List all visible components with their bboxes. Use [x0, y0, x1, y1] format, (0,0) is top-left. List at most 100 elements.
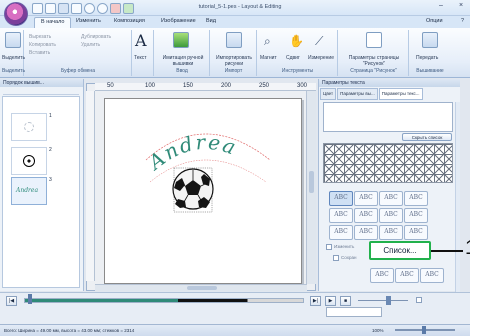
change-checkbox[interactable]	[326, 244, 332, 250]
scroll-thumb[interactable]	[309, 171, 314, 193]
window-title: tutorial_5-1.pes - Layout & Editing	[198, 4, 282, 10]
character-map-grid[interactable]	[323, 143, 453, 183]
text-style-option[interactable]: ABC	[404, 208, 428, 223]
minimize-button[interactable]: –	[436, 2, 446, 12]
delete-button[interactable]: Удалить	[81, 42, 100, 48]
duplicate-button[interactable]: Дублировать	[81, 34, 111, 40]
group-label-input: Ввод	[176, 68, 188, 74]
text-style-option[interactable]: ABC	[354, 225, 378, 240]
pan-button[interactable]: Сдвиг	[286, 55, 300, 61]
redo-icon[interactable]	[97, 3, 108, 14]
sewing-order-list[interactable]: 1 2 Andrea 3	[2, 96, 80, 288]
speed-slider[interactable]	[358, 300, 408, 301]
ruler-mark: 150	[183, 83, 194, 89]
tab-view[interactable]: Вид	[200, 17, 222, 28]
magnet-button[interactable]: Магнит	[260, 55, 277, 61]
paste-button[interactable]: Вставить	[29, 50, 50, 56]
text-style-option[interactable]: ABC	[354, 191, 378, 206]
stitch-slider-thumb[interactable]	[28, 294, 32, 304]
design-svg[interactable]: Andrea	[104, 98, 302, 284]
stitch-slider-track[interactable]	[24, 298, 304, 303]
tab-home[interactable]: В начало	[34, 17, 72, 28]
text-style-option[interactable]: ABC	[329, 208, 353, 223]
realtime-checkbox[interactable]	[416, 297, 422, 303]
scroll-thumb[interactable]	[187, 286, 217, 290]
soccer-ball[interactable]	[172, 168, 214, 210]
transfer-button[interactable]: Передать	[416, 55, 438, 61]
import-designs-button[interactable]: Импортировать рисунки	[212, 55, 256, 67]
horizontal-scrollbar[interactable]	[95, 284, 307, 291]
right-panel-tabs: Цвет Параметры вы... Параметры текс...	[320, 88, 458, 100]
speed-slider-thumb[interactable]	[386, 296, 391, 305]
design-page-settings-button[interactable]: Параметры страницы "Рисунок"	[341, 55, 407, 67]
text-button[interactable]: Текст	[134, 55, 147, 61]
tab-color[interactable]: Цвет	[320, 88, 337, 100]
ruler-mark: 300	[297, 83, 308, 89]
ribbon-group-tools: ⌕ ✋ ⟋ Магнит Сдвиг Измерение Инструменты	[258, 30, 338, 76]
tab-sew-settings[interactable]: Параметры вы...	[337, 88, 378, 100]
application-menu-button[interactable]	[4, 2, 28, 26]
pan-hand-icon[interactable]: ✋	[289, 34, 304, 48]
text-style-option[interactable]: ABC	[354, 208, 378, 223]
vertical-scrollbar[interactable]	[306, 91, 316, 284]
select-button[interactable]: Выделить	[2, 55, 25, 61]
text-style-option[interactable]: ABC	[404, 191, 428, 206]
bottom-style-row: ABC ABC ABC	[370, 268, 450, 285]
text-style-option[interactable]: ABC	[404, 225, 428, 240]
text-style-option[interactable]: ABC	[395, 268, 419, 283]
options-menu[interactable]: Опции	[420, 17, 449, 28]
text-style-option[interactable]: ABC	[379, 191, 403, 206]
status-text: Всего: Ширина = 49.00 мм, высота = 43.00…	[4, 328, 135, 333]
text-style-option[interactable]: ABC	[329, 225, 353, 240]
save-as-icon[interactable]	[71, 3, 82, 14]
text-style-option[interactable]: ABC	[379, 225, 403, 240]
ruler-mark: 100	[145, 83, 156, 89]
tab-edit[interactable]: Изменить	[70, 17, 107, 28]
tab-text-settings[interactable]: Параметры текс...	[378, 88, 423, 100]
transfer-icon[interactable]	[422, 32, 438, 48]
ribbon-group-design-page: Параметры страницы "Рисунок" Страница "Р…	[339, 30, 409, 76]
save-checkbox[interactable]	[333, 255, 339, 261]
hand-stitch-icon[interactable]	[173, 32, 189, 48]
design-page-icon[interactable]	[366, 32, 382, 48]
stop-button[interactable]: ■	[340, 296, 351, 306]
group-label-import: Импорт	[224, 68, 243, 74]
copy-button[interactable]: Копировать	[29, 42, 56, 48]
save-icon[interactable]	[58, 3, 69, 14]
import-designs-icon[interactable]	[226, 32, 242, 48]
color-icon[interactable]	[110, 3, 121, 14]
cut-button[interactable]: Вырезать	[29, 34, 51, 40]
text-tool-icon[interactable]: A	[135, 31, 147, 50]
measure-button[interactable]: Измерение	[308, 55, 334, 61]
tab-composition[interactable]: Композиция	[108, 17, 151, 28]
text-style-option[interactable]: ABC	[329, 191, 353, 206]
hide-list-button[interactable]: Скрыть список	[402, 133, 452, 141]
text-style-option[interactable]: ABC	[420, 268, 444, 283]
tab-image[interactable]: Изображение	[155, 17, 202, 28]
zoom-slider-thumb[interactable]	[422, 326, 426, 334]
hand-stitch-button[interactable]: Имитация ручной вышивки	[157, 55, 209, 67]
magnifier-icon[interactable]: ⌕	[264, 34, 271, 49]
play-button[interactable]: ▶	[325, 296, 336, 306]
step-back-button[interactable]: ▶|	[310, 296, 321, 306]
save-checkbox-label: Сохран	[341, 255, 357, 260]
list-item[interactable]	[11, 113, 47, 141]
close-button[interactable]: ×	[456, 2, 466, 12]
vertical-ruler	[86, 91, 95, 281]
new-file-icon[interactable]	[32, 3, 43, 14]
stitch-simulator-bar	[0, 292, 470, 324]
list-item[interactable]: Andrea	[11, 177, 47, 205]
open-file-icon[interactable]	[45, 3, 56, 14]
list-button[interactable]: Список...	[369, 241, 431, 260]
text-style-option[interactable]: ABC	[379, 208, 403, 223]
list-item[interactable]	[11, 147, 47, 175]
undo-icon[interactable]	[84, 3, 95, 14]
text-input-box[interactable]	[323, 102, 453, 132]
ribbon-group-input: Имитация ручной вышивки Ввод	[155, 30, 210, 76]
help-button[interactable]: ?	[455, 17, 470, 28]
measure-icon[interactable]: ⟋	[315, 34, 323, 49]
horizontal-ruler: 50 100 150 200 250 300	[95, 83, 316, 91]
rewind-button[interactable]: |◀	[6, 296, 17, 306]
arrow-select-icon[interactable]	[5, 32, 21, 48]
text-style-option[interactable]: ABC	[370, 268, 394, 283]
